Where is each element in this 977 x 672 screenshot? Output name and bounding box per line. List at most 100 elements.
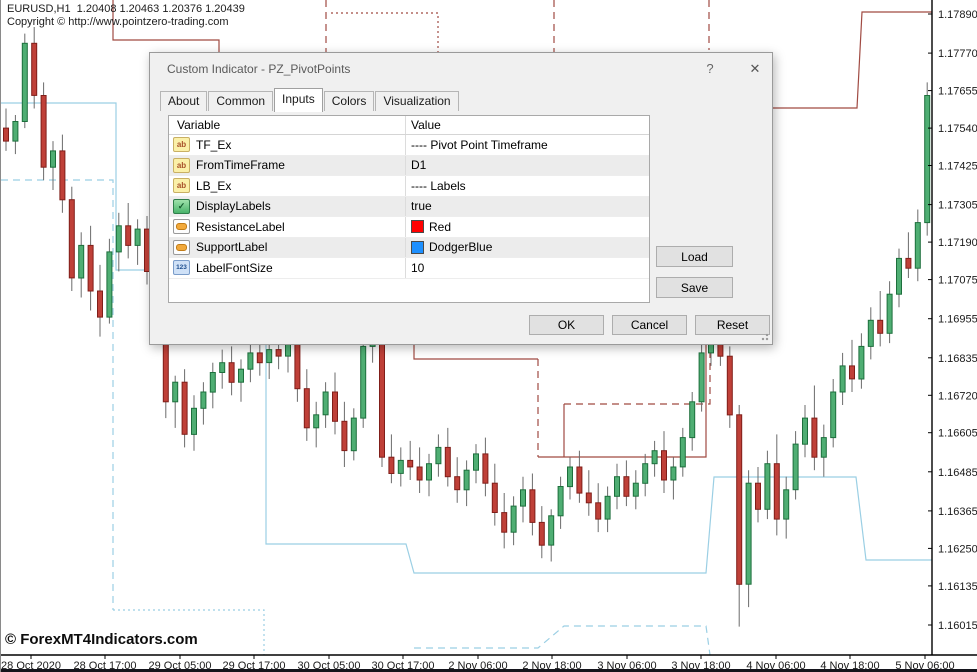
price-tick-label: 1.17540 bbox=[938, 123, 977, 135]
save-button[interactable]: Save bbox=[656, 277, 733, 298]
resistance-line bbox=[331, 13, 438, 54]
candle bbox=[615, 464, 620, 510]
candle bbox=[803, 405, 808, 457]
candle bbox=[831, 379, 836, 447]
variable-name: FromTimeFrame bbox=[196, 158, 285, 172]
candle bbox=[69, 187, 74, 291]
candle bbox=[60, 135, 65, 213]
price-tick-label: 1.17890 bbox=[938, 9, 977, 21]
indicator-dialog[interactable]: Custom Indicator - PZ_PivotPoints ? ✕ Ab… bbox=[149, 52, 773, 345]
param-row[interactable]: ResistanceLabelRed bbox=[169, 217, 649, 238]
dialog-title: Custom Indicator - PZ_PivotPoints bbox=[167, 62, 350, 76]
price-tick-label: 1.17770 bbox=[938, 48, 977, 60]
price-tick-label: 1.17655 bbox=[938, 86, 977, 98]
value-cell[interactable]: ---- Labels bbox=[406, 176, 649, 196]
value-cell[interactable]: ---- Pivot Point Timeframe bbox=[406, 135, 649, 155]
param-row[interactable]: abTF_Ex---- Pivot Point Timeframe bbox=[169, 135, 649, 156]
reset-button[interactable]: Reset bbox=[695, 315, 770, 335]
candle bbox=[32, 27, 37, 109]
price-tick-label: 1.16015 bbox=[938, 620, 977, 632]
candle bbox=[51, 141, 56, 190]
close-icon[interactable]: ✕ bbox=[746, 60, 764, 78]
candle bbox=[812, 386, 817, 471]
candle bbox=[389, 434, 394, 483]
candle bbox=[88, 226, 93, 311]
tab-common[interactable]: Common bbox=[208, 91, 273, 111]
candle bbox=[868, 307, 873, 359]
candle bbox=[821, 425, 826, 477]
cancel-button[interactable]: Cancel bbox=[612, 315, 687, 335]
candle bbox=[464, 460, 469, 506]
candle bbox=[680, 428, 685, 477]
watermark-text: © ForexMT4Indicators.com bbox=[5, 631, 198, 648]
candle bbox=[98, 265, 103, 337]
header-variable: Variable bbox=[169, 116, 406, 134]
candle bbox=[558, 477, 563, 529]
help-icon[interactable]: ? bbox=[701, 60, 719, 78]
candle bbox=[408, 441, 413, 480]
load-button[interactable]: Load bbox=[656, 246, 733, 267]
candle bbox=[13, 115, 18, 154]
param-row[interactable]: 123 LabelFontSize 10 bbox=[169, 258, 649, 279]
variable-name: LabelFontSize bbox=[196, 261, 273, 275]
value-text: 10 bbox=[411, 261, 424, 275]
param-row[interactable]: ab LB_Ex ---- Labels bbox=[169, 176, 649, 197]
candle bbox=[201, 382, 206, 424]
candle bbox=[333, 373, 338, 435]
candle bbox=[850, 340, 855, 392]
candle bbox=[4, 109, 9, 151]
ok-button[interactable]: OK bbox=[529, 315, 604, 335]
color-swatch bbox=[411, 220, 424, 233]
tab-visualization[interactable]: Visualization bbox=[375, 91, 458, 111]
price-tick-label: 1.17305 bbox=[938, 200, 977, 212]
candle bbox=[793, 431, 798, 499]
table-header: Variable Value bbox=[169, 116, 649, 135]
candle bbox=[671, 457, 676, 499]
candle bbox=[455, 457, 460, 503]
ab-type-icon: ab bbox=[173, 178, 190, 193]
value-cell[interactable]: true bbox=[406, 197, 649, 217]
candle bbox=[351, 408, 356, 460]
candle bbox=[342, 402, 347, 467]
value-cell[interactable]: D1 bbox=[406, 156, 649, 176]
tab-inputs[interactable]: Inputs bbox=[274, 88, 323, 112]
symbol-ohlc-text: EURUSD,H1 1.20408 1.20463 1.20376 1.2043… bbox=[7, 3, 245, 15]
num-type-icon: 123 bbox=[173, 260, 190, 275]
color-swatch bbox=[411, 241, 424, 254]
value-text: ---- Labels bbox=[411, 179, 466, 193]
resistance-line bbox=[564, 345, 710, 404]
candle bbox=[624, 460, 629, 506]
header-value: Value bbox=[406, 116, 649, 134]
ab-type-icon: ab bbox=[173, 158, 190, 173]
tab-about[interactable]: About bbox=[160, 91, 207, 111]
param-row[interactable]: ab FromTimeFrame D1 bbox=[169, 156, 649, 177]
candle bbox=[173, 376, 178, 428]
variable-name: LB_Ex bbox=[196, 179, 231, 193]
candle bbox=[596, 483, 601, 532]
candle bbox=[652, 441, 657, 477]
candle bbox=[539, 506, 544, 558]
candle bbox=[662, 431, 667, 493]
candle bbox=[840, 353, 845, 405]
param-row[interactable]: ✓DisplayLabelstrue bbox=[169, 197, 649, 218]
value-cell[interactable]: 10 bbox=[406, 258, 649, 278]
candle bbox=[427, 454, 432, 496]
candle bbox=[445, 428, 450, 487]
price-tick-label: 1.16955 bbox=[938, 314, 977, 326]
candle bbox=[41, 82, 46, 180]
candle bbox=[586, 470, 591, 516]
price-tick-label: 1.16250 bbox=[938, 543, 977, 555]
candle bbox=[756, 467, 761, 522]
tab-colors[interactable]: Colors bbox=[324, 91, 375, 111]
resize-grip[interactable] bbox=[761, 333, 769, 341]
value-cell[interactable]: DodgerBlue bbox=[406, 238, 649, 258]
value-cell[interactable]: Red bbox=[406, 217, 649, 237]
candle bbox=[116, 213, 121, 272]
candle bbox=[690, 392, 695, 451]
support-line bbox=[1, 180, 113, 610]
param-row[interactable]: SupportLabelDodgerBlue bbox=[169, 238, 649, 259]
candle bbox=[361, 337, 366, 428]
candle bbox=[906, 232, 911, 278]
value-text: D1 bbox=[411, 158, 426, 172]
candle bbox=[417, 447, 422, 493]
